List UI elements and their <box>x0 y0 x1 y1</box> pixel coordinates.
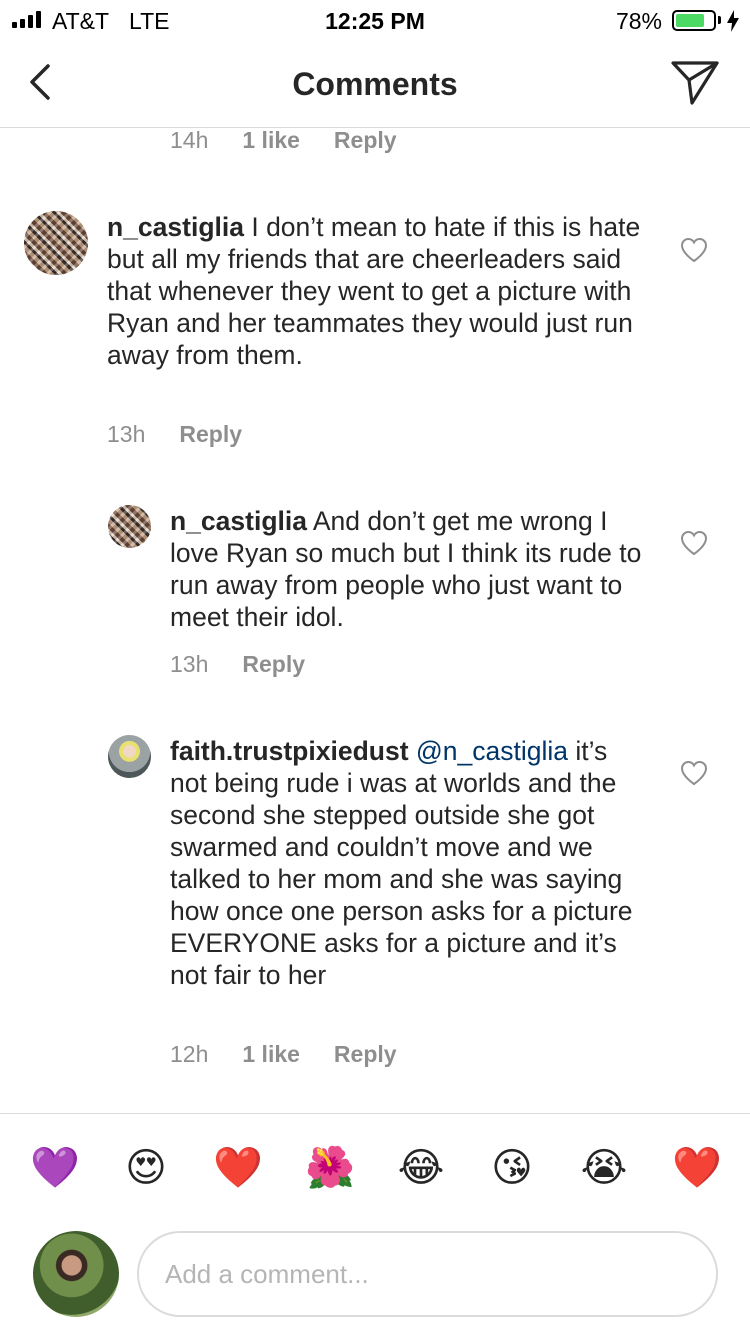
reply-button[interactable]: Reply <box>242 651 305 678</box>
comment-meta: 12h 1 like Reply <box>170 1041 397 1068</box>
comment-mention[interactable]: @n_castiglia <box>416 736 568 766</box>
purple-heart-emoji[interactable]: 💜 <box>30 1144 80 1192</box>
status-bar: AT&T LTE 12:25 PM 78% <box>0 0 750 40</box>
comment-meta: 14h 1 like Reply <box>170 129 397 154</box>
comment-time: 14h <box>170 129 209 153</box>
comment-like-count[interactable]: 1 like <box>242 129 300 154</box>
loudly-crying-emoji[interactable]: 😭 <box>580 1144 628 1192</box>
emoji-quick-bar: 💜 😍 ❤️ 🌺 😂 😘 😭 ❤️ <box>0 1113 750 1221</box>
charging-bolt-icon <box>727 10 739 32</box>
comment-body: faith.trustpixiedust @n_castiglia it’s n… <box>170 735 640 991</box>
comment-body: n_castiglia I don’t mean to hate if this… <box>107 211 647 371</box>
comment-meta: 13h Reply <box>107 421 242 448</box>
current-user-avatar[interactable] <box>33 1231 119 1317</box>
comment-username[interactable]: n_castiglia <box>107 212 244 242</box>
battery-icon <box>672 10 716 31</box>
heart-eyes-emoji[interactable]: 😍 <box>122 1144 170 1192</box>
red-heart-emoji[interactable]: ❤️ <box>213 1144 263 1192</box>
reply-button[interactable]: Reply <box>334 1041 397 1068</box>
comment-username[interactable]: faith.trustpixiedust <box>170 736 409 766</box>
comments-list[interactable]: 14h 1 like Reply n_castiglia I don’t mea… <box>0 129 750 1114</box>
battery-level-fill <box>676 14 705 27</box>
reply-button[interactable]: Reply <box>179 421 242 448</box>
heart-icon[interactable] <box>680 237 708 263</box>
comment-time: 13h <box>107 421 146 447</box>
comment-time: 12h <box>170 1041 209 1067</box>
reply-button[interactable]: Reply <box>334 129 397 154</box>
tears-of-joy-emoji[interactable]: 😂 <box>397 1144 445 1192</box>
page-title: Comments <box>292 66 458 102</box>
avatar[interactable] <box>108 505 151 548</box>
blowing-kiss-emoji[interactable]: 😘 <box>488 1144 536 1192</box>
paper-plane-icon[interactable] <box>670 59 720 107</box>
comment-meta: 13h Reply <box>170 651 305 678</box>
battery-percent: 78% <box>615 8 662 34</box>
avatar[interactable] <box>24 211 88 275</box>
battery-tip <box>718 16 721 24</box>
heart-icon[interactable] <box>680 760 708 786</box>
comment-username[interactable]: n_castiglia <box>170 506 307 536</box>
avatar[interactable] <box>108 735 151 778</box>
comment-text: it’s not being rude i was at worlds and … <box>170 736 633 990</box>
heart-icon[interactable] <box>680 530 708 556</box>
comment-body: n_castiglia And don’t get me wrong I lov… <box>170 505 650 633</box>
hibiscus-emoji[interactable]: 🌺 <box>305 1144 355 1192</box>
nav-bar: Comments <box>0 40 750 128</box>
comment-time: 13h <box>170 651 209 677</box>
comment-input[interactable] <box>137 1231 718 1317</box>
red-heart-emoji[interactable]: ❤️ <box>672 1144 722 1192</box>
comment-like-count[interactable]: 1 like <box>242 1041 300 1068</box>
